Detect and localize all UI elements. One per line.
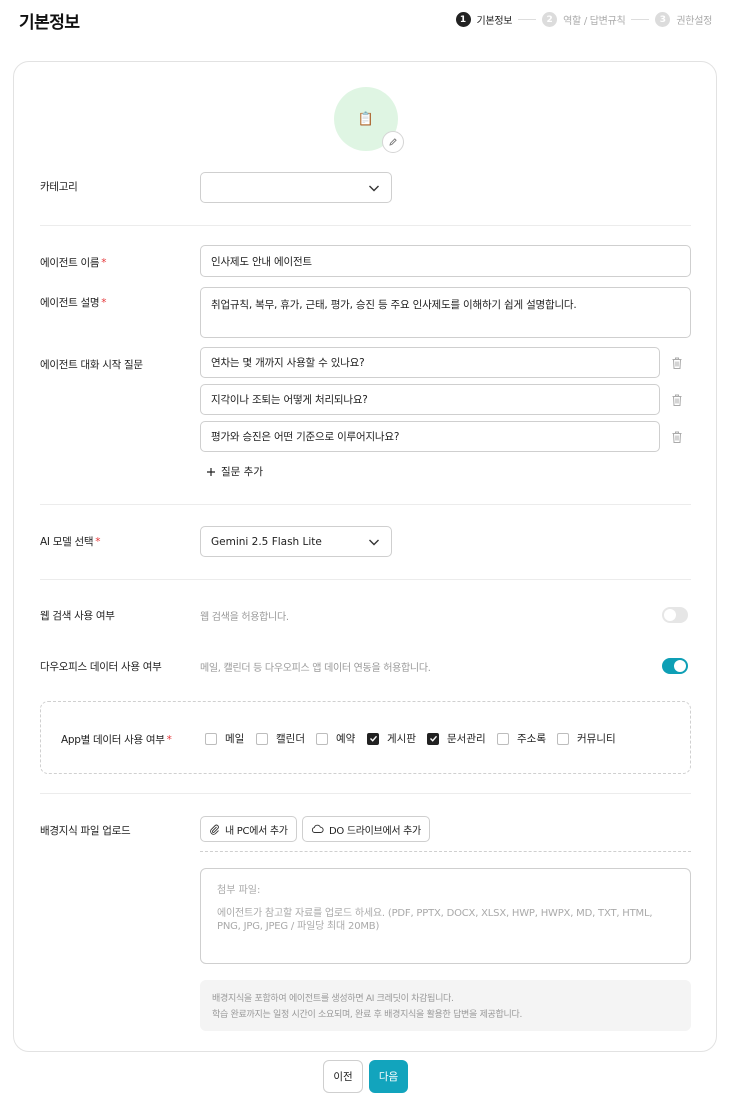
stepper: 1 기본정보 2 역할 / 답변규칙 3 권한설정 [455, 12, 712, 27]
toggle-knob [674, 660, 686, 672]
agent-description-label: 에이전트 설명 * [40, 297, 107, 309]
add-question-button[interactable]: 질문 추가 [206, 464, 263, 479]
attach-title: 첨부 파일: [217, 885, 261, 896]
starter-question-input-2[interactable]: 지각이나 조퇴는 어떻게 처리되나요? [200, 384, 660, 415]
agent-description-textarea[interactable]: 취업규칙, 복무, 휴가, 근태, 평가, 승진 등 주요 인사제도를 이해하기… [200, 287, 691, 338]
knowledge-upload-label: 배경지식 파일 업로드 [40, 825, 131, 837]
check-icon [369, 735, 377, 742]
agent-name-input[interactable]: 인사제도 안내 에이전트 [200, 245, 691, 277]
category-select[interactable] [200, 172, 392, 203]
checkbox-box [316, 732, 328, 745]
step-number: 1 [455, 12, 471, 27]
app-data-box: App별 데이터 사용 여부 * 메일 캘린더 예약 게시판 문서관리 주소록 … [40, 701, 691, 774]
step-1: 1 기본정보 [455, 12, 513, 27]
clipboard-icon: 📋 [357, 111, 375, 127]
pencil-icon [389, 138, 397, 146]
attach-description: 에이전트가 참고할 자료를 업로드 하세요. (PDF, PPTX, DOCX,… [217, 908, 653, 932]
web-search-label: 웹 검색 사용 여부 [40, 610, 115, 622]
dashed-divider [200, 851, 691, 852]
daou-office-hint: 메일, 캘린더 등 다우오피스 앱 데이터 연동을 허용합니다. [200, 663, 431, 674]
avatar-edit-button[interactable] [382, 131, 404, 153]
add-from-drive-button[interactable]: DO 드라이브에서 추가 [302, 816, 430, 842]
checkbox-box [367, 732, 379, 745]
checkbox-contacts[interactable]: 주소록 [497, 731, 546, 746]
ai-model-select[interactable]: Gemini 2.5 Flash Lite [200, 526, 392, 557]
checkbox-mail[interactable]: 메일 [205, 731, 244, 746]
divider [40, 579, 691, 580]
trash-icon[interactable] [670, 430, 684, 444]
web-search-hint: 웹 검색을 허용합니다. [200, 612, 289, 623]
paperclip-icon [210, 824, 219, 835]
chevron-down-icon [369, 539, 379, 546]
trash-icon[interactable] [670, 356, 684, 370]
credit-notice: 배경지식을 포함하여 에이전트를 생성하면 AI 크레딧이 차감됩니다. 학습 … [200, 980, 691, 1031]
step-number: 3 [655, 12, 671, 27]
plus-icon [207, 467, 215, 476]
checkbox-board[interactable]: 게시판 [367, 731, 416, 746]
page-title: 기본정보 [19, 13, 80, 33]
form-card: 📋 카테고리 에이전트 이름 * 인사제도 안내 에이전트 에이전트 설명 * 취업… [13, 61, 717, 1052]
ai-model-label: AI 모델 선택 * [40, 536, 101, 548]
category-label: 카테고리 [40, 181, 78, 193]
step-label: 역할 / 답변규칙 [563, 16, 626, 27]
file-drop-zone[interactable]: 첨부 파일: 에이전트가 참고할 자료를 업로드 하세요. (PDF, PPTX… [200, 868, 691, 964]
checkbox-box [427, 732, 439, 745]
step-label: 기본정보 [476, 16, 513, 27]
checkbox-community[interactable]: 커뮤니티 [557, 731, 616, 746]
starter-question-input-1[interactable]: 연차는 몇 개까지 사용할 수 있나요? [200, 347, 660, 378]
checkbox-box [557, 732, 569, 745]
agent-name-label: 에이전트 이름 * [40, 257, 107, 269]
divider [40, 225, 691, 226]
step-2: 2 역할 / 답변규칙 [542, 12, 626, 27]
checkbox-calendar[interactable]: 캘린더 [256, 731, 305, 746]
trash-icon[interactable] [670, 393, 684, 407]
app-data-label: App별 데이터 사용 여부 * [61, 734, 172, 746]
step-label: 권한설정 [676, 16, 712, 27]
checkbox-documents[interactable]: 문서관리 [427, 731, 486, 746]
starter-questions-label: 에이전트 대화 시작 질문 [40, 359, 143, 371]
check-icon [429, 735, 437, 742]
cloud-icon [311, 824, 324, 833]
toggle-knob [664, 609, 676, 621]
ai-model-value: Gemini 2.5 Flash Lite [211, 535, 322, 548]
step-connector [631, 19, 650, 20]
web-search-toggle[interactable] [662, 607, 688, 623]
checkbox-box [497, 732, 509, 745]
daou-office-label: 다우오피스 데이터 사용 여부 [40, 661, 162, 673]
step-3: 3 권한설정 [655, 12, 712, 27]
daou-office-toggle[interactable] [662, 658, 688, 674]
checkbox-reservation[interactable]: 예약 [316, 731, 355, 746]
chevron-down-icon [369, 185, 379, 192]
divider [40, 793, 691, 794]
checkbox-box [205, 732, 217, 745]
starter-question-input-3[interactable]: 평가와 승진은 어떤 기준으로 이루어지나요? [200, 421, 660, 452]
divider [40, 504, 691, 505]
add-from-pc-button[interactable]: 내 PC에서 추가 [200, 816, 297, 842]
checkbox-box [256, 732, 268, 745]
prev-button[interactable]: 이전 [323, 1060, 363, 1093]
next-button[interactable]: 다음 [369, 1060, 408, 1093]
step-connector [518, 19, 537, 20]
step-number: 2 [542, 12, 558, 27]
